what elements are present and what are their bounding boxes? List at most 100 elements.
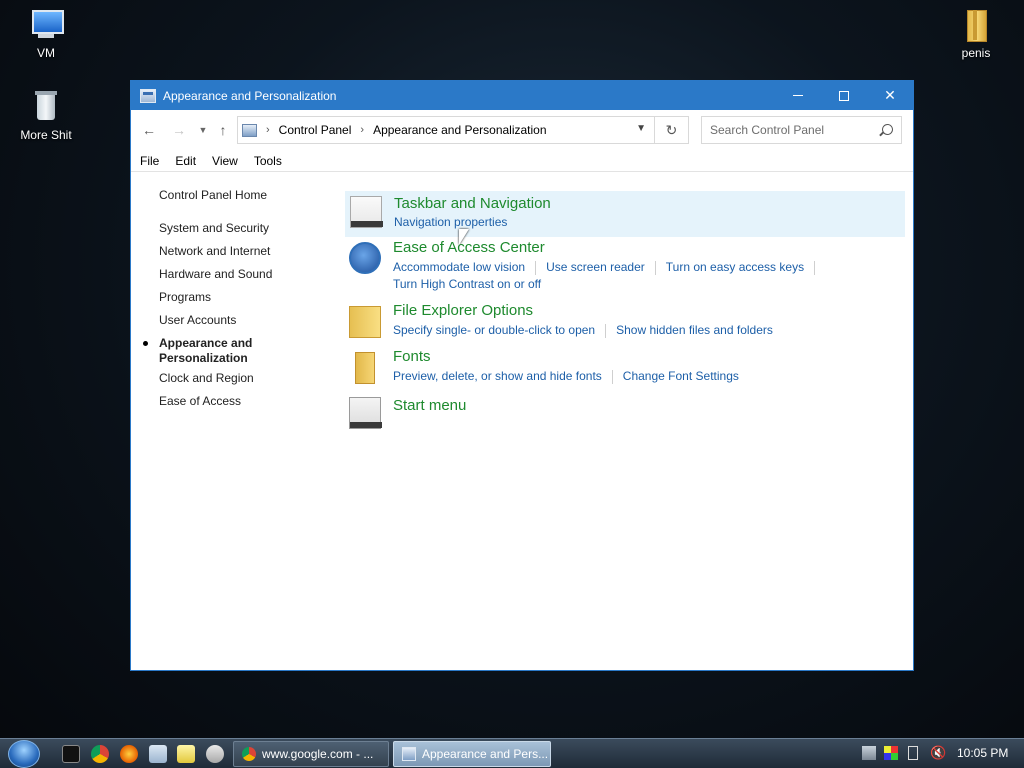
mouse-cursor-icon [459, 229, 469, 245]
control-panel-icon [402, 747, 416, 761]
link-single-double-click[interactable]: Specify single- or double-click to open [393, 323, 595, 337]
link-change-font-settings[interactable]: Change Font Settings [623, 369, 739, 383]
category-file-explorer-options: File Explorer Options Specify single- or… [345, 302, 905, 346]
taskbar-button-control-panel[interactable]: Appearance and Pers... [393, 741, 551, 767]
menu-file[interactable]: File [140, 154, 159, 168]
control-panel-window: Appearance and Personalization ✕ ← → ▼ ↑… [130, 80, 914, 671]
current-item-bullet [143, 341, 148, 346]
link-divider [605, 323, 607, 338]
category-taskbar-navigation[interactable]: Taskbar and Navigation Navigation proper… [345, 191, 905, 237]
search-input[interactable]: Search Control Panel [701, 116, 902, 144]
link-divider [535, 260, 537, 275]
cmd-icon[interactable] [62, 745, 80, 763]
arrow-left-icon: ← [142, 122, 156, 138]
minimize-button[interactable] [775, 81, 821, 110]
category-ease-of-access: Ease of Access Center Accommodate low vi… [345, 239, 905, 299]
refresh-button[interactable]: ↻ [655, 116, 689, 144]
desktop-icon-folder[interactable]: penis [938, 8, 1014, 60]
usb-tray-icon[interactable] [908, 746, 918, 760]
sticky-notes-icon[interactable] [177, 745, 195, 763]
sidebar-item-ease-of-access[interactable]: Ease of Access [159, 394, 241, 408]
menu-edit[interactable]: Edit [175, 154, 196, 168]
file-explorer-options-icon [349, 306, 381, 338]
network-tray-icon[interactable] [862, 746, 876, 760]
desktop-icon-vm[interactable]: VM [8, 8, 84, 60]
maximize-icon [839, 90, 849, 101]
recent-locations-button[interactable]: ▼ [194, 121, 212, 139]
sidebar-item-user-accounts[interactable]: User Accounts [159, 313, 236, 327]
sidebar-item-network[interactable]: Network and Internet [159, 244, 270, 258]
search-icon[interactable] [882, 124, 893, 135]
desktop-icon-label: VM [37, 46, 55, 60]
fonts-folder-icon [355, 352, 375, 384]
category-links-row2: Turn High Contrast on or off [393, 277, 541, 291]
chevron-right-icon: › [266, 124, 270, 136]
firefox-icon[interactable] [120, 745, 138, 763]
arrow-right-icon: → [172, 122, 186, 138]
window-title: Appearance and Personalization [163, 88, 337, 103]
sidebar-item-clock-region[interactable]: Clock and Region [159, 371, 254, 385]
refresh-icon: ↻ [665, 121, 678, 138]
category-start-menu: Start menu [345, 397, 905, 433]
chrome-icon[interactable] [91, 745, 109, 763]
back-button[interactable]: ← [140, 121, 158, 139]
chevron-down-icon: ▼ [198, 125, 208, 135]
taskbar-button-chrome[interactable]: www.google.com - ... [233, 741, 389, 767]
sidebar-item-hardware[interactable]: Hardware and Sound [159, 267, 272, 281]
sidebar-item-system-security[interactable]: System and Security [159, 221, 269, 235]
recycle-bin-icon [29, 90, 63, 124]
notepad-icon[interactable] [149, 745, 167, 763]
monitor-icon [29, 8, 64, 42]
start-button[interactable] [8, 740, 40, 768]
address-row: ← → ▼ ↑ › Control Panel › Appearance and… [131, 110, 913, 150]
category-title[interactable]: File Explorer Options [393, 302, 533, 319]
window-titlebar[interactable]: Appearance and Personalization ✕ [131, 81, 913, 110]
desktop-icon-label: penis [961, 46, 991, 60]
link-divider [611, 369, 613, 384]
link-high-contrast[interactable]: Turn High Contrast on or off [393, 277, 541, 291]
link-divider [654, 260, 656, 275]
clock[interactable]: 10:05 PM [957, 746, 1008, 760]
taskbar-settings-icon [350, 196, 383, 228]
desktop-icon-recycle-bin[interactable]: More Shit [8, 90, 84, 142]
close-icon: ✕ [884, 87, 896, 103]
link-easy-access-keys[interactable]: Turn on easy access keys [666, 260, 804, 274]
link-show-hidden-files[interactable]: Show hidden files and folders [616, 323, 773, 337]
folder-icon [959, 8, 993, 42]
start-menu-icon [349, 397, 382, 429]
control-panel-icon [140, 88, 156, 103]
sidebar-item-appearance: Appearance and Personalization [159, 336, 253, 365]
address-bar[interactable]: › Control Panel › Appearance and Persona… [237, 116, 655, 144]
menu-tools[interactable]: Tools [254, 154, 282, 168]
taskbar: www.google.com - ... Appearance and Pers… [0, 738, 1024, 768]
category-title[interactable]: Taskbar and Navigation [394, 195, 551, 212]
category-links: Preview, delete, or show and hide fonts C… [393, 369, 739, 384]
link-navigation-properties[interactable]: Navigation properties [394, 215, 507, 229]
sidebar-item-home[interactable]: Control Panel Home [159, 188, 267, 202]
breadcrumb-current[interactable]: Appearance and Personalization [373, 123, 546, 137]
chrome-icon [242, 747, 256, 761]
category-links: Specify single- or double-click to open S… [393, 323, 773, 338]
app-shortcut-icon[interactable] [206, 745, 224, 763]
ease-of-access-icon [349, 242, 381, 274]
link-divider [814, 260, 816, 275]
close-button[interactable]: ✕ [867, 81, 913, 110]
taskbar-button-label: www.google.com - ... [262, 747, 374, 761]
link-accommodate-low-vision[interactable]: Accommodate low vision [393, 260, 525, 274]
sidebar-item-programs[interactable]: Programs [159, 290, 211, 304]
minimize-icon [793, 95, 803, 96]
maximize-button[interactable] [821, 81, 867, 110]
category-links: Accommodate low vision Use screen reader T… [393, 260, 825, 275]
category-title[interactable]: Fonts [393, 348, 431, 365]
link-preview-fonts[interactable]: Preview, delete, or show and hide fonts [393, 369, 602, 383]
forward-button[interactable]: → [170, 121, 188, 139]
category-title[interactable]: Start menu [393, 397, 466, 414]
chevron-down-icon[interactable]: ▼ [636, 123, 646, 134]
up-button[interactable]: ↑ [214, 121, 232, 139]
chevron-right-icon[interactable]: › [360, 124, 364, 136]
breadcrumb-control-panel[interactable]: Control Panel [279, 123, 352, 137]
menu-view[interactable]: View [212, 154, 238, 168]
volume-muted-icon[interactable]: 🔇 [930, 746, 946, 760]
app-tray-icon[interactable] [884, 746, 898, 760]
link-use-screen-reader[interactable]: Use screen reader [546, 260, 645, 274]
